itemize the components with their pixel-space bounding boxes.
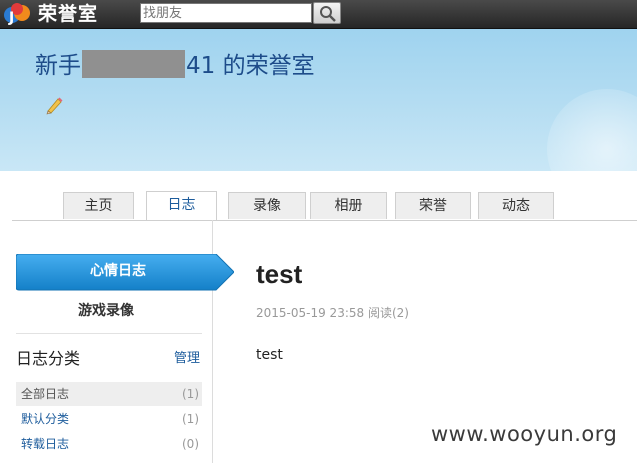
category-item-reposted[interactable]: 转载日志 (0) <box>16 432 202 456</box>
game-record-link[interactable]: 游戏录像 <box>16 296 196 326</box>
tab-bar: 主页 日志 录像 相册 荣誉 动态 <box>12 190 637 221</box>
search-input[interactable] <box>140 3 312 23</box>
category-title: 日志分类 <box>16 349 81 368</box>
tab-blog[interactable]: 日志 <box>146 191 217 220</box>
post-body: test <box>256 347 283 363</box>
category-count: (1) <box>182 412 199 426</box>
redacted-username <box>82 50 185 78</box>
edit-pencil-icon[interactable] <box>44 95 64 115</box>
post-meta: 2015-05-19 23:58 阅读(2) <box>256 306 409 320</box>
category-name: 转载日志 <box>21 437 70 451</box>
title-suffix: 41 的荣誉室 <box>186 53 315 79</box>
logo-icon[interactable]: J <box>2 1 32 27</box>
tab-activity[interactable]: 动态 <box>478 192 554 219</box>
svg-text:J: J <box>8 10 14 26</box>
category-name: 全部日志 <box>21 387 70 401</box>
tab-honors[interactable]: 荣誉 <box>395 192 471 219</box>
mood-log-button[interactable]: 心情日志 <box>16 254 220 290</box>
search-icon <box>320 6 336 22</box>
category-item-all[interactable]: 全部日志 (1) <box>16 382 202 406</box>
category-count: (1) <box>182 387 199 401</box>
page-title: 新手 41 的荣誉室 <box>35 50 315 82</box>
search-button[interactable] <box>313 2 341 24</box>
tab-recordings[interactable]: 录像 <box>228 192 306 219</box>
category-count: (0) <box>182 437 199 451</box>
post-title[interactable]: test <box>256 257 302 291</box>
watermark: www.wooyun.org <box>431 422 618 446</box>
manage-link[interactable]: 管理 <box>174 350 200 368</box>
category-item-default[interactable]: 默认分类 (1) <box>16 407 202 431</box>
tab-albums[interactable]: 相册 <box>310 192 387 219</box>
title-prefix: 新手 <box>35 53 81 79</box>
top-bar: J 荣誉室 <box>0 0 637 29</box>
category-name: 默认分类 <box>21 412 70 426</box>
brand-title[interactable]: 荣誉室 <box>38 1 98 27</box>
tab-home[interactable]: 主页 <box>63 192 134 219</box>
sidebar-divider <box>16 333 202 334</box>
